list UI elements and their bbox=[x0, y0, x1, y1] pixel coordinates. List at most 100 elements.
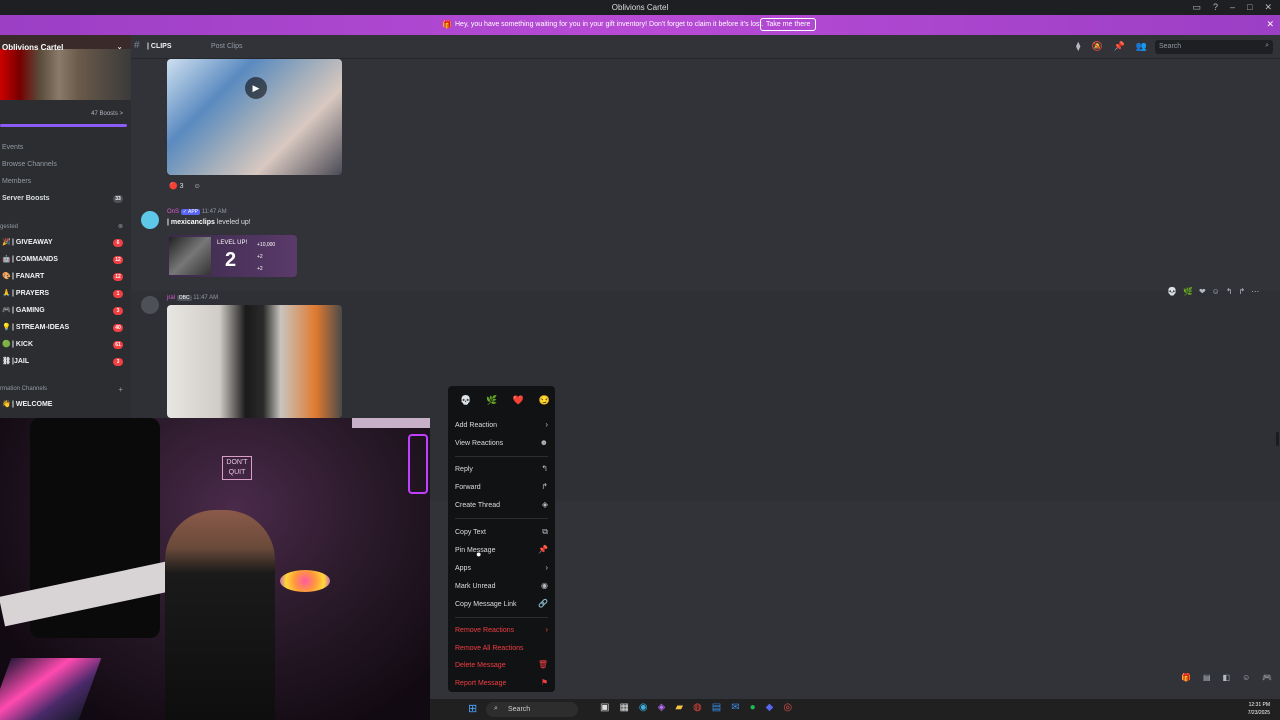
unread-icon: ◉ bbox=[541, 581, 548, 590]
widgets-icon[interactable]: ▦ bbox=[619, 702, 628, 713]
menu-reply[interactable]: Reply ↰ bbox=[455, 463, 548, 477]
more-options-icon[interactable]: ⋯ bbox=[1251, 287, 1259, 296]
help-icon[interactable]: ? bbox=[1213, 2, 1218, 13]
nav-events[interactable]: Events bbox=[2, 144, 23, 151]
clan-tag: OBC bbox=[176, 295, 192, 301]
channel-badge: 1 bbox=[113, 290, 123, 298]
menu-copy-text[interactable]: Copy Text ⧉ bbox=[455, 526, 548, 540]
video-attachment[interactable]: ▶ bbox=[167, 59, 342, 175]
skull-emoji-icon[interactable]: 💀 bbox=[460, 395, 471, 406]
store-icon[interactable]: ▤ bbox=[712, 702, 721, 713]
heart-emoji-icon[interactable]: ❤️ bbox=[512, 395, 523, 406]
avatar[interactable] bbox=[141, 296, 159, 314]
menu-remove-all-reactions[interactable]: Remove All Reactions bbox=[455, 642, 548, 656]
play-icon[interactable]: ▶ bbox=[245, 77, 267, 99]
search-input[interactable]: Search ⌕ bbox=[1155, 40, 1273, 54]
menu-remove-reactions[interactable]: Remove Reactions › bbox=[455, 624, 548, 638]
channel-badge: 6 bbox=[113, 239, 123, 247]
menu-apps[interactable]: Apps › bbox=[455, 562, 548, 576]
mail-icon[interactable]: ✉ bbox=[731, 702, 739, 713]
channel-giveaway[interactable]: 🎉| GIVEAWAY bbox=[2, 238, 53, 246]
chevron-down-icon[interactable]: ⌄ bbox=[116, 42, 123, 51]
menu-mark-unread[interactable]: Mark Unread ◉ bbox=[455, 580, 548, 594]
channel-commands[interactable]: 🤖| COMMANDS bbox=[2, 255, 58, 263]
category-suggested[interactable]: gested bbox=[0, 224, 18, 230]
message-context-menu: 💀 🌿 ❤️ 😏 Add Reaction › View Reactions ☻ R… bbox=[448, 386, 555, 692]
taskbar-search[interactable]: ⌕ Search bbox=[486, 702, 578, 717]
category-information-channels[interactable]: rmation Channels bbox=[0, 386, 47, 392]
system-clock[interactable]: 12:31 PM 7/23/2025 bbox=[1248, 701, 1270, 717]
avatar[interactable] bbox=[141, 211, 159, 229]
maximize-button[interactable]: □ bbox=[1247, 2, 1252, 13]
inbox-icon[interactable]: ▭ bbox=[1192, 2, 1201, 13]
take-me-there-button[interactable]: Take me there bbox=[760, 18, 817, 31]
menu-delete-message[interactable]: Delete Message 🗑 bbox=[455, 659, 548, 673]
menu-divider bbox=[455, 617, 548, 618]
channel-stream-ideas[interactable]: 💡| STREAM-IDEAS bbox=[2, 323, 69, 331]
channel-gaming[interactable]: 🎮| GAMING bbox=[2, 306, 45, 314]
add-channel-icon[interactable]: + bbox=[118, 385, 123, 394]
chrome-icon[interactable]: ◍ bbox=[693, 702, 702, 713]
menu-view-reactions[interactable]: View Reactions ☻ bbox=[455, 437, 548, 451]
level-number: 2 bbox=[225, 249, 237, 271]
file-explorer-icon[interactable]: ▰ bbox=[675, 702, 683, 713]
username[interactable]: jral bbox=[167, 295, 175, 301]
nav-members[interactable]: Members bbox=[2, 178, 31, 185]
scrollbar-thumb[interactable] bbox=[1276, 432, 1279, 446]
app-icon[interactable]: ◎ bbox=[783, 702, 792, 713]
nav-browse-channels[interactable]: Browse Channels bbox=[2, 161, 57, 168]
copilot-icon[interactable]: ◈ bbox=[658, 702, 666, 713]
smirk-emoji-icon[interactable]: 😏 bbox=[539, 395, 550, 406]
hashtag-icon: # bbox=[134, 40, 140, 51]
menu-copy-message-link[interactable]: Copy Message Link 🔗 bbox=[455, 598, 548, 612]
discord-icon[interactable]: ◆ bbox=[766, 702, 774, 713]
threads-icon[interactable]: ⧫ bbox=[1076, 41, 1080, 52]
username[interactable]: OnS bbox=[167, 209, 179, 215]
channel-fanart[interactable]: 🎨| FANART bbox=[2, 272, 44, 280]
minimize-button[interactable]: – bbox=[1230, 2, 1235, 13]
windows-start-icon[interactable]: ⊞ bbox=[468, 702, 477, 715]
channel-jail[interactable]: ⛓|JAIL bbox=[2, 357, 29, 365]
boost-count[interactable]: 47 Boosts > bbox=[91, 111, 123, 117]
streamer bbox=[165, 510, 275, 720]
channel-prayers[interactable]: 🙏| PRAYERS bbox=[2, 289, 49, 297]
menu-add-reaction[interactable]: Add Reaction › bbox=[455, 419, 548, 433]
gift-icon[interactable]: 🎁 bbox=[1181, 673, 1191, 682]
nav-server-boosts[interactable]: Server Boosts bbox=[2, 195, 49, 202]
task-view-icon[interactable]: ▣ bbox=[600, 702, 609, 713]
chevron-right-icon: › bbox=[545, 625, 548, 634]
channel-kick[interactable]: 🟢| KICK bbox=[2, 340, 33, 348]
heart-reaction-icon[interactable]: ❤ bbox=[1199, 287, 1206, 296]
menu-pin-message[interactable]: Pin Message 📌 bbox=[455, 544, 548, 558]
red-circle-reaction[interactable]: 🔴 3 bbox=[169, 183, 184, 190]
image-attachment[interactable] bbox=[167, 305, 342, 418]
gif-icon[interactable]: ▤ bbox=[1203, 673, 1211, 682]
server-header[interactable]: Oblivions Cartel ⌄ bbox=[0, 35, 131, 100]
apps-icon[interactable]: 🎮 bbox=[1262, 673, 1272, 682]
sticker-icon[interactable]: ◧ bbox=[1223, 673, 1231, 682]
pin-icon: 📌 bbox=[538, 545, 548, 554]
mentioned-user[interactable]: | mexicanclips bbox=[167, 219, 215, 226]
menu-create-thread[interactable]: Create Thread ◈ bbox=[455, 499, 548, 513]
edge-icon[interactable]: ◉ bbox=[639, 702, 648, 713]
close-category-icon[interactable]: ⊗ bbox=[118, 223, 123, 230]
spotify-icon[interactable]: ● bbox=[750, 702, 756, 713]
reply-icon[interactable]: ↰ bbox=[1226, 287, 1233, 296]
skull-reaction-icon[interactable]: 💀 bbox=[1167, 287, 1177, 296]
menu-forward[interactable]: Forward ↱ bbox=[455, 481, 548, 495]
plant-emoji-icon[interactable]: 🌿 bbox=[486, 395, 497, 406]
notification-bell-icon[interactable]: 🔕 bbox=[1091, 41, 1102, 52]
plant-reaction-icon[interactable]: 🌿 bbox=[1183, 287, 1193, 296]
close-window-button[interactable]: ✕ bbox=[1264, 2, 1272, 13]
channel-welcome[interactable]: 👋| WELCOME bbox=[2, 400, 52, 408]
menu-report-message[interactable]: Report Message ⚑ bbox=[455, 677, 548, 691]
flower-decoration bbox=[280, 570, 330, 592]
pin-icon[interactable]: 📌 bbox=[1114, 41, 1125, 52]
channel-badge: 12 bbox=[113, 273, 123, 281]
add-reaction-icon[interactable]: ☺ bbox=[1212, 287, 1220, 296]
add-reaction-icon[interactable]: ☺ bbox=[194, 183, 201, 190]
forward-icon[interactable]: ↱ bbox=[1239, 287, 1246, 296]
members-icon[interactable]: 👥 bbox=[1136, 41, 1147, 52]
close-banner-icon[interactable]: ✕ bbox=[1266, 19, 1274, 30]
emoji-icon[interactable]: ☺ bbox=[1242, 673, 1250, 682]
